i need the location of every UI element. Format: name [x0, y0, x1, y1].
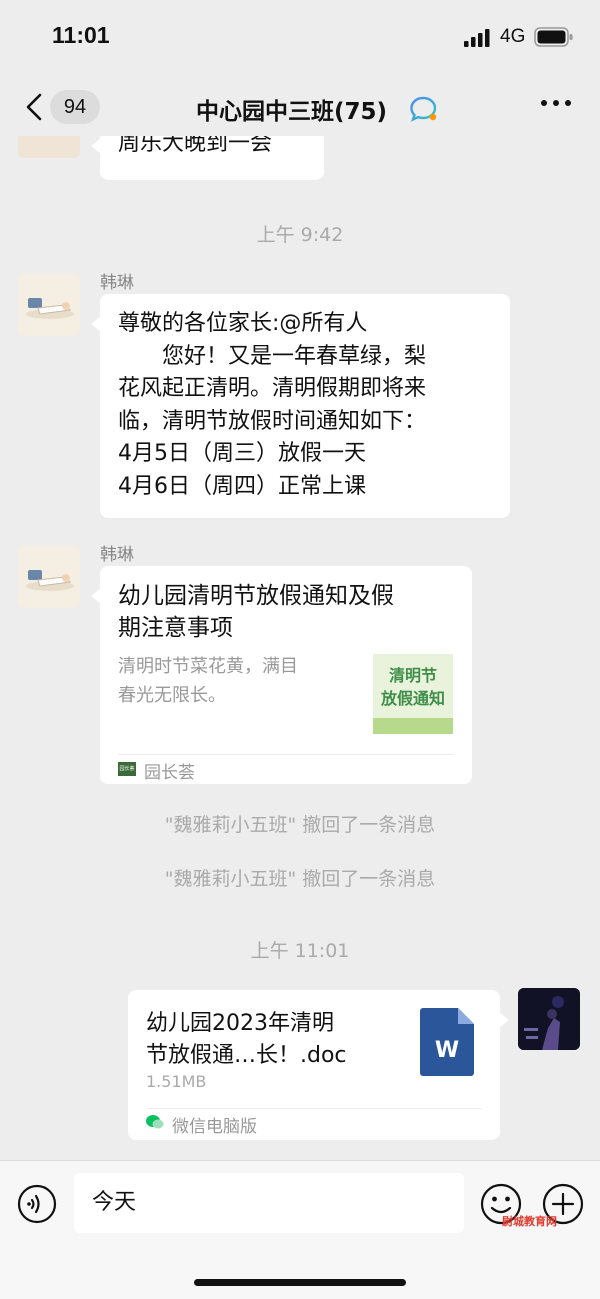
timestamp: 上午 11:01 [250, 940, 350, 962]
sender-name: 韩琳 [100, 273, 134, 293]
message-text: 尊敬的各位家长:@所有人 您好！又是一年春草绿，梨 花风起正清明。清明假期即将来… [118, 311, 427, 499]
timestamp: 上午 9:42 [256, 224, 344, 246]
divider [146, 1108, 482, 1109]
unread-count-badge[interactable]: 94 [50, 90, 100, 124]
chat-title: 中心园中三班(75) [196, 99, 388, 125]
word-file-icon: W [420, 1008, 474, 1076]
message-bubble[interactable]: 周乐大晚到一会 [91, 136, 324, 180]
avatar-illustration [18, 546, 80, 608]
more-options-icon[interactable] [540, 98, 572, 108]
message-bubble[interactable]: 尊敬的各位家长:@所有人 您好！又是一年春草绿，梨 花风起正清明。清明假期即将来… [91, 294, 510, 518]
file-name: 幼儿园2023年清明 节放假通…长！.doc [146, 1011, 347, 1068]
signal-icon [464, 29, 490, 47]
avatar[interactable] [18, 546, 80, 608]
sender-name: 韩琳 [100, 545, 134, 565]
avatar[interactable] [18, 136, 80, 158]
home-indicator[interactable] [194, 1279, 406, 1286]
watermark: 尉城教育网 [502, 1215, 557, 1228]
divider [118, 754, 454, 755]
wechat-icon [146, 1115, 164, 1129]
avatar[interactable] [18, 274, 80, 336]
recall-notice: "魏雅莉小五班" 撤回了一条消息 [164, 868, 436, 890]
battery-icon [534, 27, 573, 47]
status-bar: 11:01 4G [0, 0, 600, 80]
status-time: 11:01 [52, 22, 110, 48]
file-size: 1.51MB [146, 1072, 207, 1091]
file-source: 微信电脑版 [172, 1117, 257, 1137]
card-description: 清明时节菜花黄，满目 春光无限长。 [118, 656, 298, 706]
chat-header: 94 中心园中三班(75) [0, 80, 600, 136]
card-source: 园长荟 [144, 763, 195, 783]
network-type: 4G [500, 26, 526, 47]
back-chevron-icon[interactable] [22, 92, 52, 122]
link-card[interactable]: 幼儿园清明节放假通知及假 期注意事项 清明时节菜花黄，满目 春光无限长。 清明节… [91, 566, 472, 784]
group-chat-icon [410, 96, 437, 122]
card-title: 幼儿园清明节放假通知及假 期注意事项 [118, 583, 394, 641]
recall-notice: "魏雅莉小五班" 撤回了一条消息 [164, 814, 436, 836]
input-bar: 今天 尉城教育网 [0, 1160, 600, 1299]
source-logo-icon: 园长荟 [118, 762, 136, 776]
card-thumbnail: 清明节 放假通知 [373, 654, 453, 734]
message-list[interactable]: 周乐大晚到一会 上午 9:42 韩琳 尊敬的各位家长:@所有人 您好！又是一年春… [0, 136, 600, 1160]
avatar-illustration [18, 274, 80, 336]
message-input[interactable]: 今天 [74, 1173, 464, 1233]
my-avatar[interactable] [518, 988, 580, 1050]
voice-icon[interactable] [17, 1184, 57, 1224]
file-message[interactable]: 幼儿园2023年清明 节放假通…长！.doc 1.51MB W 微信电脑版 [128, 990, 509, 1140]
